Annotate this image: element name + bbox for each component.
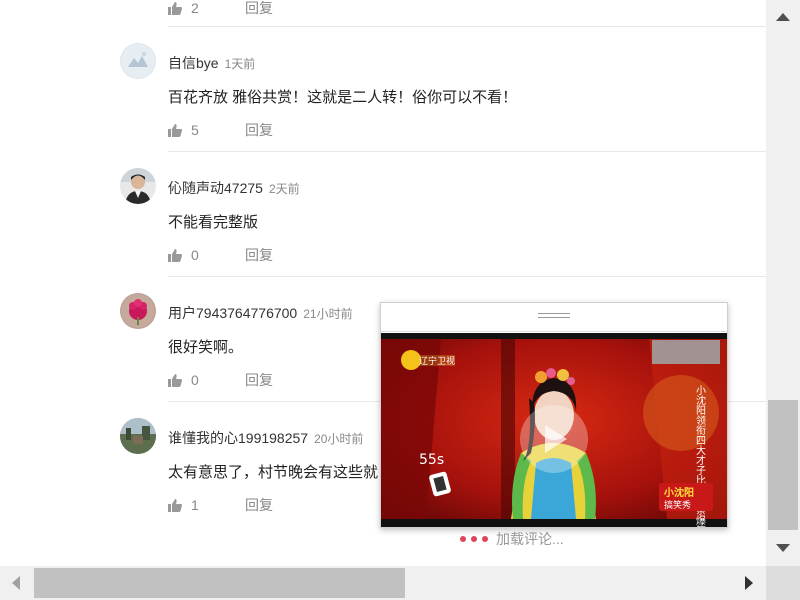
reply-button[interactable]: 回复 bbox=[245, 120, 273, 140]
avatar[interactable] bbox=[120, 293, 156, 329]
channel-logo: 辽宁卫视 bbox=[419, 355, 455, 367]
horizontal-scroll-thumb[interactable] bbox=[34, 568, 405, 598]
scroll-right-arrow-icon[interactable] bbox=[745, 576, 753, 590]
grip-line bbox=[538, 313, 570, 314]
like-count: 0 bbox=[191, 372, 199, 388]
comment-username[interactable]: 伈随声动47275 2天前 bbox=[168, 178, 300, 198]
reply-button[interactable]: 回复 bbox=[245, 245, 273, 265]
comment-item: 自信bye 1天前 百花齐放 雅俗共赏！这就是二人转！俗你可以不看！ 5 回复 bbox=[0, 27, 766, 152]
scroll-left-arrow-icon[interactable] bbox=[12, 576, 20, 590]
thumbs-up-icon[interactable] bbox=[168, 123, 182, 137]
reply-button[interactable]: 回复 bbox=[245, 495, 273, 515]
comment-item: 2 回复 bbox=[0, 0, 766, 27]
horizontal-scrollbar[interactable] bbox=[0, 566, 766, 600]
drag-handle[interactable] bbox=[381, 303, 727, 332]
scroll-up-arrow-icon[interactable] bbox=[776, 13, 790, 21]
comment-text: 百花齐放 雅俗共赏！这就是二人转！俗你可以不看！ bbox=[168, 89, 518, 106]
comment-actions: 0 回复 bbox=[168, 370, 273, 390]
comment-actions: 0 回复 bbox=[168, 245, 273, 265]
video-frame[interactable]: 辽宁卫视 55s 小沈阳领衔四大才子比文招亲爆笑全场 小沈阳 搞笑秀 bbox=[381, 333, 727, 527]
loading-dot-icon bbox=[471, 536, 477, 542]
comments-viewport: 2 回复 自信bye 1天前 百花齐放 雅俗共赏！这就是二人转！俗你可以不看！ 5… bbox=[0, 0, 766, 566]
vertical-scrollbar[interactable] bbox=[766, 0, 800, 566]
avatar[interactable] bbox=[120, 43, 156, 79]
load-more-comments[interactable]: 加载评论... bbox=[460, 529, 564, 549]
comment-time: 1天前 bbox=[224, 57, 256, 71]
comment-text: 不能看完整版 bbox=[168, 214, 259, 231]
like-count: 5 bbox=[191, 122, 199, 138]
avatar[interactable] bbox=[120, 168, 156, 204]
thumbs-up-icon[interactable] bbox=[168, 248, 182, 262]
thumbs-up-icon[interactable] bbox=[168, 373, 182, 387]
loading-text: 加载评论... bbox=[496, 531, 564, 547]
loading-dot-icon bbox=[460, 536, 466, 542]
avatar[interactable] bbox=[120, 418, 156, 454]
comment-actions: 5 回复 bbox=[168, 120, 273, 140]
loading-dot-icon bbox=[482, 536, 488, 542]
thumbs-up-icon[interactable] bbox=[168, 1, 182, 15]
comment-item: 伈随声动47275 2天前 不能看完整版 0 回复 bbox=[0, 152, 766, 277]
comment-time: 20小时前 bbox=[314, 432, 364, 446]
comment-text: 太有意思了，村节晚会有这些就 bbox=[168, 464, 379, 481]
comment-username[interactable]: 谁懂我的心199198257 20小时前 bbox=[168, 428, 363, 448]
like-count: 2 bbox=[191, 0, 199, 16]
reply-button[interactable]: 回复 bbox=[245, 0, 273, 18]
comment-username[interactable]: 用户7943764776700 21小时前 bbox=[168, 303, 353, 323]
comment-actions: 2 回复 bbox=[168, 0, 273, 18]
grip-line bbox=[538, 317, 570, 318]
like-count: 0 bbox=[191, 247, 199, 263]
scroll-down-arrow-icon[interactable] bbox=[776, 544, 790, 552]
comment-time: 21小时前 bbox=[303, 307, 353, 321]
show-logo: 小沈阳 bbox=[663, 486, 694, 499]
show-logo-sub: 搞笑秀 bbox=[664, 499, 691, 511]
vertical-scroll-thumb[interactable] bbox=[768, 400, 798, 530]
floating-video-player[interactable]: 辽宁卫视 55s 小沈阳领衔四大才子比文招亲爆笑全场 小沈阳 搞笑秀 bbox=[380, 302, 728, 528]
like-count: 1 bbox=[191, 497, 199, 513]
thumbs-up-icon[interactable] bbox=[168, 498, 182, 512]
comment-text: 很好笑啊。 bbox=[168, 339, 244, 356]
scrollbar-corner bbox=[766, 566, 800, 600]
comment-username[interactable]: 自信bye 1天前 bbox=[168, 53, 255, 73]
comment-actions: 1 回复 bbox=[168, 495, 273, 515]
countdown-timer: 55s bbox=[419, 452, 444, 468]
reply-button[interactable]: 回复 bbox=[245, 370, 273, 390]
video-scene: 辽宁卫视 55s 小沈阳领衔四大才子比文招亲爆笑全场 小沈阳 搞笑秀 bbox=[381, 333, 727, 527]
comment-time: 2天前 bbox=[268, 182, 300, 196]
